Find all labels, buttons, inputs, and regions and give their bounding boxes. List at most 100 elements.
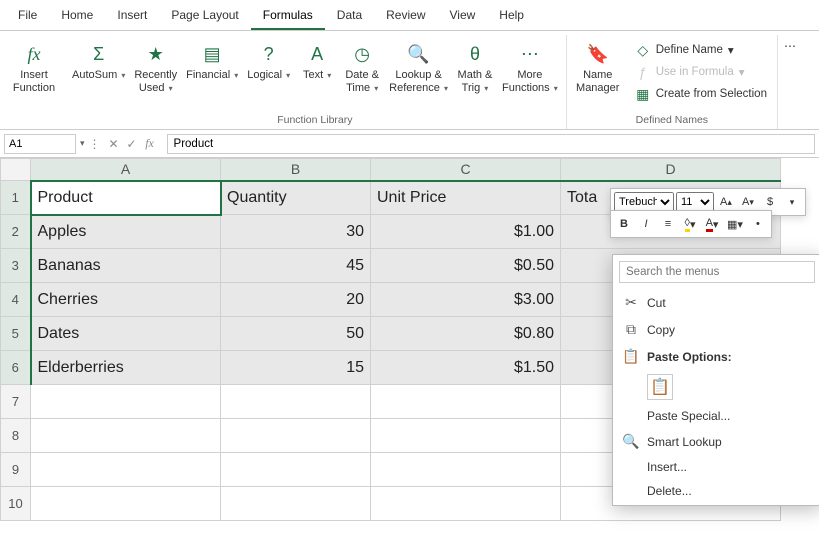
col-header-C[interactable]: C bbox=[371, 159, 561, 181]
cell-C1[interactable]: Unit Price bbox=[371, 181, 561, 215]
copy-item[interactable]: ⧉ Copy bbox=[613, 316, 819, 343]
cell-C8[interactable] bbox=[371, 419, 561, 453]
row-header-3[interactable]: 3 bbox=[1, 249, 31, 283]
col-header-A[interactable]: A bbox=[31, 159, 221, 181]
cell-A4[interactable]: Cherries bbox=[31, 283, 221, 317]
cell-B3[interactable]: 45 bbox=[221, 249, 371, 283]
cell-B9[interactable] bbox=[221, 453, 371, 487]
formula-input[interactable] bbox=[167, 134, 815, 154]
menu-home[interactable]: Home bbox=[49, 4, 105, 30]
cell-A9[interactable] bbox=[31, 453, 221, 487]
name-manager-button[interactable]: 🔖 Name Manager bbox=[571, 39, 625, 96]
cell-B1[interactable]: Quantity bbox=[221, 181, 371, 215]
cut-item[interactable]: ✂ Cut bbox=[613, 289, 819, 316]
context-search-input[interactable] bbox=[619, 261, 815, 283]
menu-formulas[interactable]: Formulas bbox=[251, 4, 325, 30]
cell-A5[interactable]: Dates bbox=[31, 317, 221, 351]
borders-button[interactable]: ▦▾ bbox=[724, 214, 746, 234]
increase-font-button[interactable]: A▴ bbox=[716, 192, 736, 212]
font-select[interactable]: Trebuchet bbox=[614, 192, 674, 212]
row-header-1[interactable]: 1 bbox=[1, 181, 31, 215]
row-header-6[interactable]: 6 bbox=[1, 351, 31, 385]
create-from-selection-button[interactable]: ▦ Create from Selection bbox=[629, 83, 773, 105]
delete-item[interactable]: Delete... bbox=[613, 479, 819, 503]
recently-used-button[interactable]: ★Recently Used ▾ bbox=[130, 39, 181, 96]
cell-C10[interactable] bbox=[371, 487, 561, 521]
italic-button[interactable]: I bbox=[636, 214, 656, 234]
cell-A8[interactable] bbox=[31, 419, 221, 453]
col-header-D[interactable]: D bbox=[561, 159, 781, 181]
row-header-4[interactable]: 4 bbox=[1, 283, 31, 317]
cell-C3[interactable]: $0.50 bbox=[371, 249, 561, 283]
menu-data[interactable]: Data bbox=[325, 4, 374, 30]
cell-B7[interactable] bbox=[221, 385, 371, 419]
chevron-down-icon[interactable]: ▾ bbox=[80, 138, 85, 149]
autosum-button[interactable]: ΣAutoSum ▾ bbox=[68, 39, 129, 96]
cell-C6[interactable]: $1.50 bbox=[371, 351, 561, 385]
cell-C2[interactable]: $1.00 bbox=[371, 215, 561, 249]
cell-B4[interactable]: 20 bbox=[221, 283, 371, 317]
insert-item[interactable]: Insert... bbox=[613, 455, 819, 479]
overflow-icon[interactable]: ⋯ bbox=[784, 39, 796, 61]
text-button[interactable]: AText ▾ bbox=[295, 39, 339, 96]
define-name-button[interactable]: ◇ Define Name ▾ bbox=[629, 39, 773, 61]
menu-page-layout[interactable]: Page Layout bbox=[159, 4, 250, 30]
menu-review[interactable]: Review bbox=[374, 4, 437, 30]
row-header-2[interactable]: 2 bbox=[1, 215, 31, 249]
cancel-icon[interactable]: ✕ bbox=[105, 137, 123, 151]
cell-A3[interactable]: Bananas bbox=[31, 249, 221, 283]
cell-B8[interactable] bbox=[221, 419, 371, 453]
paste-special-item[interactable]: Paste Special... bbox=[613, 404, 819, 428]
row-header-8[interactable]: 8 bbox=[1, 419, 31, 453]
cell-B5[interactable]: 50 bbox=[221, 317, 371, 351]
cell-A1[interactable]: Product bbox=[31, 181, 221, 215]
paste-options-item[interactable]: 📋 Paste Options: bbox=[613, 343, 819, 370]
math-trig-button[interactable]: θMath & Trig ▾ bbox=[453, 39, 497, 96]
cell-B10[interactable] bbox=[221, 487, 371, 521]
chevron-down-icon[interactable]: ▾ bbox=[782, 192, 802, 212]
more-icon[interactable]: • bbox=[748, 214, 768, 234]
col-header-B[interactable]: B bbox=[221, 159, 371, 181]
context-menu: ✂ Cut ⧉ Copy 📋 Paste Options: 📋 Paste Sp… bbox=[612, 254, 819, 506]
bold-button[interactable]: B bbox=[614, 214, 634, 234]
menu-help[interactable]: Help bbox=[487, 4, 536, 30]
smart-lookup-item[interactable]: 🔍 Smart Lookup bbox=[613, 428, 819, 455]
menu-file[interactable]: File bbox=[6, 4, 49, 30]
currency-button[interactable]: $ bbox=[760, 192, 780, 212]
chevron-down-icon: ▾ bbox=[286, 71, 290, 80]
font-size-select[interactable]: 11 bbox=[676, 192, 714, 212]
name-box[interactable] bbox=[4, 134, 76, 154]
row-header-10[interactable]: 10 bbox=[1, 487, 31, 521]
cell-B2[interactable]: 30 bbox=[221, 215, 371, 249]
align-button[interactable]: ≡ bbox=[658, 214, 678, 234]
cell-C9[interactable] bbox=[371, 453, 561, 487]
more-functions-button[interactable]: ⋯More Functions ▾ bbox=[498, 39, 562, 96]
insert-function-button[interactable]: fx Insert Function bbox=[8, 39, 60, 96]
date-time-button[interactable]: ◷Date & Time ▾ bbox=[340, 39, 384, 96]
font-color-button[interactable]: A▾ bbox=[702, 214, 722, 234]
enter-icon[interactable]: ✓ bbox=[123, 137, 141, 151]
cell-C5[interactable]: $0.80 bbox=[371, 317, 561, 351]
lookup-reference-button[interactable]: 🔍Lookup & Reference ▾ bbox=[385, 39, 452, 96]
row-header-9[interactable]: 9 bbox=[1, 453, 31, 487]
use-in-formula-button[interactable]: ƒ Use in Formula ▾ bbox=[629, 61, 773, 83]
cell-A10[interactable] bbox=[31, 487, 221, 521]
cell-C7[interactable] bbox=[371, 385, 561, 419]
financial-button[interactable]: ▤Financial ▾ bbox=[182, 39, 242, 96]
menu-view[interactable]: View bbox=[438, 4, 488, 30]
fx-icon[interactable]: fx bbox=[141, 136, 159, 151]
logical-button[interactable]: ?Logical ▾ bbox=[243, 39, 294, 96]
cell-A7[interactable] bbox=[31, 385, 221, 419]
cell-A6[interactable]: Elderberries bbox=[31, 351, 221, 385]
decrease-font-button[interactable]: A▾ bbox=[738, 192, 758, 212]
fill-color-button[interactable]: ◊▾ bbox=[680, 214, 700, 234]
select-all-corner[interactable] bbox=[1, 159, 31, 181]
cell-C4[interactable]: $3.00 bbox=[371, 283, 561, 317]
paste-options-sub: 📋 bbox=[613, 370, 819, 404]
row-header-7[interactable]: 7 bbox=[1, 385, 31, 419]
cell-B6[interactable]: 15 bbox=[221, 351, 371, 385]
cell-A2[interactable]: Apples bbox=[31, 215, 221, 249]
paste-default-button[interactable]: 📋 bbox=[647, 374, 673, 400]
row-header-5[interactable]: 5 bbox=[1, 317, 31, 351]
menu-insert[interactable]: Insert bbox=[105, 4, 159, 30]
